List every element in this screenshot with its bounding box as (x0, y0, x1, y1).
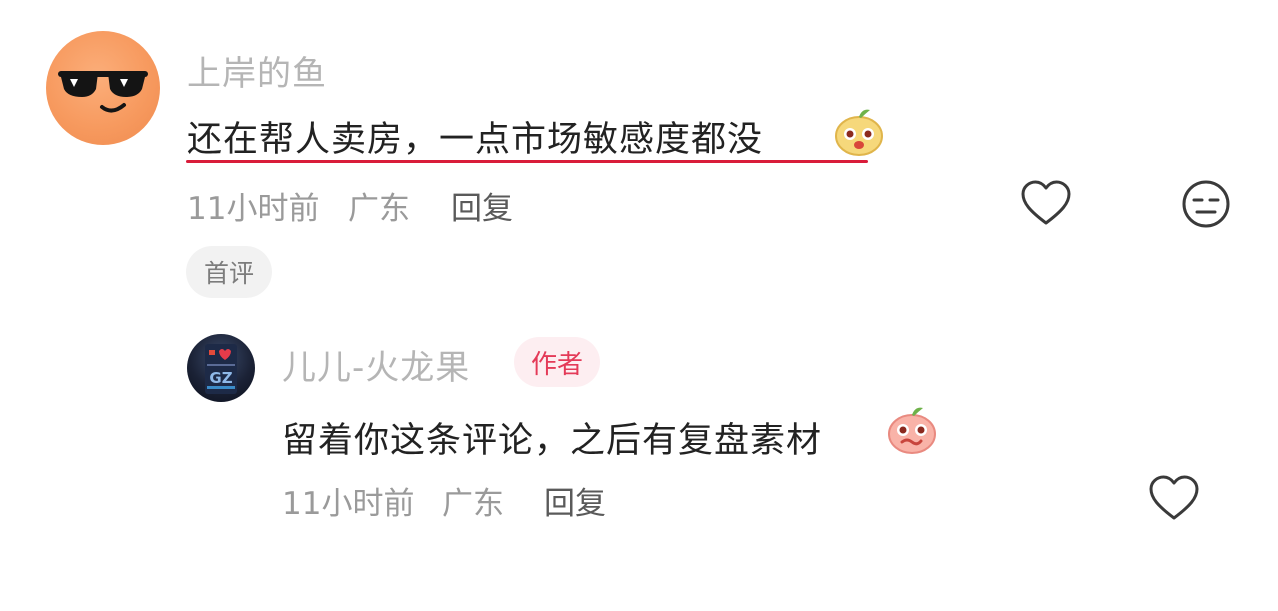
sunglasses-smile-icon (58, 71, 148, 113)
comment-reply-button[interactable]: 回复 (451, 183, 513, 228)
author-avatar[interactable]: GZ (187, 334, 255, 402)
reply-reply-button[interactable]: 回复 (544, 478, 606, 523)
heart-outline-icon[interactable] (1020, 179, 1072, 227)
comment-time: 11小时前 (187, 191, 320, 227)
comment-text: 还在帮人卖房，一点市场敏感度都没 (187, 120, 764, 160)
comment-location: 广东 (348, 191, 410, 227)
author-avatar-image: GZ (205, 344, 237, 394)
comment-highlight-underline (186, 160, 868, 163)
reply-text: 留着你这条评论，之后有复盘素材 (282, 421, 823, 461)
neutral-face-icon[interactable] (1181, 179, 1231, 229)
author-username[interactable]: 儿儿-火龙果 (282, 340, 470, 389)
author-badge: 作者 (514, 337, 601, 387)
heart-outline-icon[interactable] (1148, 474, 1200, 522)
pink-sticker-emoji-icon (885, 402, 939, 456)
first-comment-tag: 首评 (186, 246, 273, 298)
commenter-avatar[interactable] (46, 31, 160, 145)
reply-location: 广东 (442, 486, 504, 522)
yellow-sticker-emoji-icon (832, 104, 886, 158)
avatar-text: GZ (209, 369, 232, 387)
reply-time: 11小时前 (282, 486, 415, 522)
commenter-username[interactable]: 上岸的鱼 (187, 46, 327, 95)
